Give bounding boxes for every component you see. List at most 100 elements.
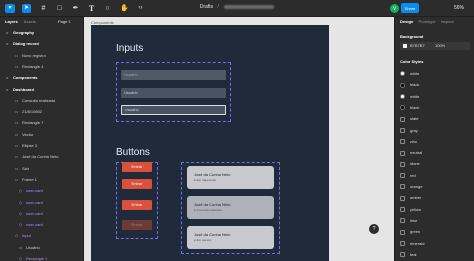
layer-icon: ▭ xyxy=(14,120,19,126)
layer-item[interactable]: ▭ Novo registro xyxy=(0,52,83,59)
component-icon: ◇ xyxy=(18,256,23,261)
color-style-label: neutral xyxy=(410,150,423,156)
color-style-item[interactable]: black xyxy=(400,104,470,111)
user-card-name: José da Cunha Neto xyxy=(194,202,231,207)
component-icon: ◇ xyxy=(18,222,23,228)
color-group-icon xyxy=(400,195,405,201)
background-hex[interactable]: B7B7B7 xyxy=(410,43,425,48)
background-heading: Background xyxy=(400,34,424,39)
layer-item[interactable]: ▭ Rectangle 4 xyxy=(0,63,83,70)
color-style-label: lime xyxy=(410,217,418,223)
color-style-item[interactable]: teal xyxy=(400,251,470,258)
layer-icon: ▭ xyxy=(14,176,19,182)
page-selector[interactable]: Page 1 xyxy=(58,19,71,24)
layer-item[interactable]: ▭ 21/8/10802 xyxy=(0,108,83,115)
layer-item[interactable]: ◇ Input xyxy=(0,232,83,239)
user-card[interactable]: José da Cunha Neto ● Consulta realizada xyxy=(187,196,274,219)
layer-item[interactable]: ▭ Sair xyxy=(0,165,83,172)
color-style-item[interactable]: green xyxy=(400,228,470,235)
layer-item[interactable]: ▸ Geography xyxy=(0,29,83,36)
color-style-item[interactable]: black xyxy=(400,81,470,88)
layer-item[interactable]: ▭ Vector xyxy=(0,131,83,138)
component-icon: ◇ xyxy=(18,210,23,216)
layer-item[interactable]: ▸ Components xyxy=(0,74,83,81)
layer-item[interactable]: ▭ Rectangle 7 xyxy=(0,119,83,126)
input-field-focused[interactable]: Usuário xyxy=(121,105,226,115)
tab-assets[interactable]: Assets xyxy=(24,19,36,24)
entrar-button[interactable]: Entrar xyxy=(122,200,152,210)
color-style-item[interactable]: orange xyxy=(400,183,470,190)
tab-design[interactable]: Design xyxy=(400,19,413,24)
layer-item[interactable]: ▸ Dashboard xyxy=(0,86,83,93)
color-swatch xyxy=(400,71,405,77)
share-button[interactable]: Share xyxy=(401,3,419,13)
color-style-item[interactable]: gray xyxy=(400,127,470,134)
tab-layers[interactable]: Layers xyxy=(5,19,18,24)
color-style-item[interactable]: zinc xyxy=(400,138,470,145)
color-style-item[interactable]: emerald xyxy=(400,240,470,247)
user-card[interactable]: José da Cunha Neto ● Em trajamento xyxy=(187,166,274,189)
layer-item[interactable]: ▭ José da Cunha Neto xyxy=(0,153,83,160)
user-card[interactable]: José da Cunha Neto ● Em espera xyxy=(187,226,274,249)
background-swatch[interactable] xyxy=(403,43,407,48)
layer-item[interactable]: ▭ Usuário xyxy=(0,244,83,251)
layer-label: Ellipse 3 xyxy=(22,143,38,148)
background-color-field[interactable]: B7B7B7 100% xyxy=(400,42,470,50)
color-style-item[interactable]: red xyxy=(400,172,470,179)
layers-panel: Layers Assets Page 1 ▸ Geography ▸ Dialog r… xyxy=(0,17,84,261)
color-style-label: stone xyxy=(410,161,420,167)
color-style-item[interactable]: white xyxy=(400,70,470,77)
color-group-icon xyxy=(400,229,405,235)
input-field[interactable]: Usuário xyxy=(121,88,226,98)
layer-label: user-card xyxy=(26,199,43,205)
layer-label: Frame 1 xyxy=(22,176,37,182)
color-style-label: gray xyxy=(410,127,418,133)
section-icon: ▸ xyxy=(6,75,9,81)
color-style-item[interactable]: white xyxy=(400,93,470,100)
color-style-item[interactable]: lime xyxy=(400,217,470,224)
color-style-item[interactable]: yellow xyxy=(400,206,470,213)
entrar-button[interactable]: Entrar xyxy=(122,162,152,172)
layer-item[interactable]: ▸ Dialog record xyxy=(0,40,83,47)
color-group-icon xyxy=(400,218,405,224)
color-style-item[interactable]: amber xyxy=(400,194,470,201)
layer-item[interactable]: ◇ user-card xyxy=(0,221,83,228)
color-style-item[interactable]: stone xyxy=(400,160,470,167)
layer-item[interactable]: ◇ user-card xyxy=(0,187,83,194)
color-style-item[interactable]: neutral xyxy=(400,149,470,156)
color-style-label: white xyxy=(410,93,420,99)
color-style-item[interactable]: slate xyxy=(400,115,470,122)
color-style-label: orange xyxy=(410,184,423,189)
canvas[interactable]: Components Inputs Usuário Usuário Usuári… xyxy=(84,17,394,261)
layer-item[interactable]: ▭ Frame 1 xyxy=(0,176,83,183)
tab-inspect[interactable]: Inspect xyxy=(441,19,454,24)
avatar[interactable]: V xyxy=(390,4,399,13)
buttons-title: Buttons xyxy=(116,147,150,158)
layer-icon: ▭ xyxy=(14,143,19,148)
layer-item[interactable]: ▭ Consulta realizada xyxy=(0,97,83,104)
layer-item[interactable]: ◇ user-card xyxy=(0,210,83,217)
layer-item[interactable]: ▭ Ellipse 3 xyxy=(0,142,83,149)
background-opacity[interactable]: 100% xyxy=(435,42,445,50)
layer-label: Dialog record xyxy=(13,41,39,47)
help-icon[interactable]: ? xyxy=(369,224,379,234)
layer-label: Components xyxy=(13,75,38,81)
project-name[interactable]: Drafts xyxy=(200,4,213,10)
layer-icon: ▭ xyxy=(14,109,19,115)
layer-icon: ▭ xyxy=(14,52,19,58)
entrar-button-disabled[interactable]: Entrar xyxy=(122,220,152,230)
layer-label: Input xyxy=(22,233,31,239)
input-field[interactable]: Usuário xyxy=(121,70,226,80)
layer-label: Rectangle 4 xyxy=(22,63,44,69)
layer-item[interactable]: ◇ user-card xyxy=(0,199,83,206)
zoom-level[interactable]: 56% xyxy=(454,5,464,11)
color-style-label: green xyxy=(410,229,421,235)
user-card-status: ● Consulta realizada xyxy=(194,208,222,212)
layer-item[interactable]: ◇ Rectangle 1 xyxy=(0,255,83,261)
color-style-label: red xyxy=(410,172,416,178)
tab-prototype[interactable]: Prototype xyxy=(418,19,435,24)
color-style-label: yellow xyxy=(410,206,422,212)
user-card-status: ● Em trajamento xyxy=(194,178,217,182)
entrar-button[interactable]: Entrar xyxy=(122,179,152,189)
components-frame[interactable]: Inputs Usuário Usuário Usuário Buttons E… xyxy=(91,25,329,261)
